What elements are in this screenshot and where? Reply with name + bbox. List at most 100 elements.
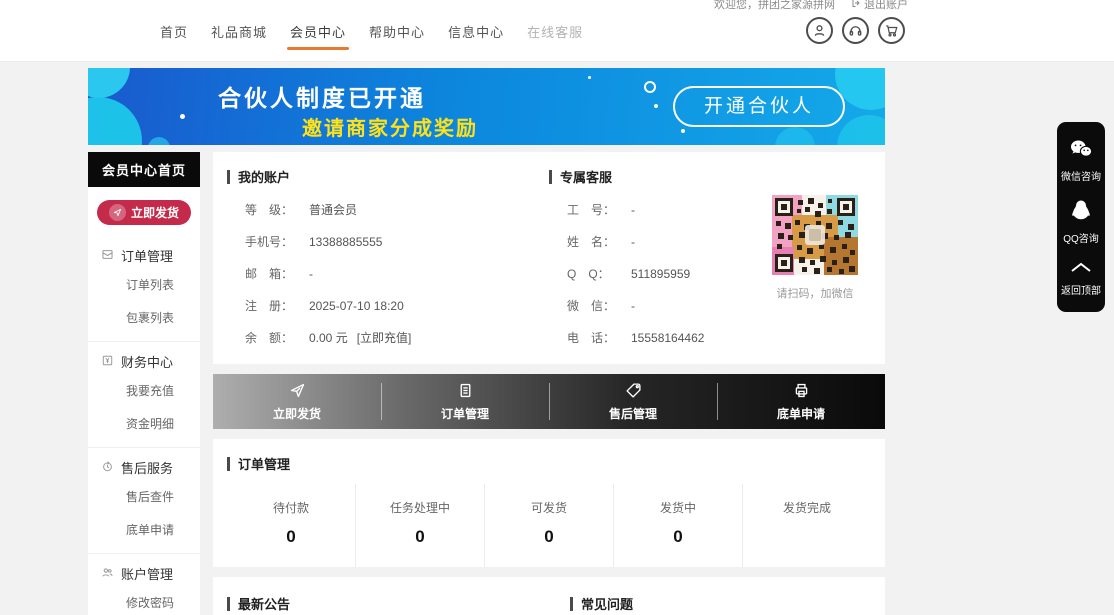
- toolbar-label: 售后管理: [609, 405, 657, 422]
- float-label: 微信咨询: [1061, 168, 1101, 183]
- nav-info-center[interactable]: 信息中心: [448, 22, 504, 50]
- account-row-level: 等 级： 普通会员: [245, 201, 549, 218]
- banner-decor-blob: [775, 127, 815, 145]
- my-account-panel: 我的账户 等 级： 普通会员 手机号： 13388885555 邮 箱： -: [227, 167, 549, 346]
- account-icon: [101, 566, 114, 582]
- sidebar-item-receipt-request[interactable]: 底单申请: [88, 513, 200, 546]
- sidebar-item-fund-details[interactable]: 资金明细: [88, 407, 200, 440]
- stat-label: 任务处理中: [356, 499, 484, 516]
- cart-icon[interactable]: [878, 17, 905, 44]
- section-bar: [227, 597, 230, 611]
- news-card: 最新公告 1. 新开通广州中通仓，欢迎下单体验优质... 2021-09-23 …: [213, 577, 885, 615]
- qq-consult-button[interactable]: QQ咨询: [1063, 191, 1099, 253]
- nav-gift-mall[interactable]: 礼品商城: [211, 22, 267, 50]
- nav-help-center[interactable]: 帮助中心: [369, 22, 425, 50]
- announcements-panel: 最新公告 1. 新开通广州中通仓，欢迎下单体验优质... 2021-09-23 …: [227, 594, 528, 615]
- qr-code-image: [772, 195, 858, 275]
- sidebar-item-change-password[interactable]: 修改密码: [88, 586, 200, 615]
- float-label: QQ咨询: [1063, 230, 1099, 245]
- nav-home[interactable]: 首页: [160, 22, 188, 50]
- aftersale-icon: [101, 460, 114, 476]
- toolbar-label: 底单申请: [777, 405, 825, 422]
- account-row-balance: 余 额： 0.00 元 [立即充值]: [245, 329, 549, 346]
- banner-decor-blob: [837, 115, 885, 145]
- banner-decor-blob: [88, 97, 142, 145]
- sidebar-section-orders-title[interactable]: 订单管理: [88, 246, 200, 265]
- account-card: 我的账户 等 级： 普通会员 手机号： 13388885555 邮 箱： -: [213, 152, 885, 364]
- sidebar-section-orders: 订单管理 订单列表 包裹列表: [88, 236, 200, 341]
- stat-label: 发货完成: [743, 499, 871, 516]
- user-icon[interactable]: [806, 17, 833, 44]
- header-icon-buttons: [806, 17, 905, 44]
- stat-pending-payment[interactable]: 待付款 0: [227, 484, 355, 567]
- service-row-phone: 电 话： 15558164462: [567, 329, 871, 346]
- stat-ready-to-ship[interactable]: 可发货 0: [484, 484, 613, 567]
- logout-button[interactable]: 退出账户: [851, 0, 908, 12]
- headset-icon[interactable]: [842, 17, 869, 44]
- banner-title: 合伙人制度已开通: [218, 79, 426, 113]
- section-bar: [570, 597, 573, 611]
- row-value: 13388885555: [309, 235, 382, 249]
- toolbar-order-management[interactable]: 订单管理: [381, 374, 549, 429]
- row-value: 2025-07-10 18:20: [309, 299, 404, 313]
- stat-value: 0: [485, 527, 613, 547]
- stat-task-processing[interactable]: 任务处理中 0: [355, 484, 484, 567]
- service-panel: 专属客服 工 号： - 姓 名： - Q Q： 511895959: [549, 167, 871, 346]
- wechat-consult-button[interactable]: 微信咨询: [1061, 131, 1101, 191]
- nav-online-service[interactable]: 在线客服: [527, 22, 583, 50]
- order-stats-row: 待付款 0 任务处理中 0 可发货 0 发货中 0 发货完成: [227, 484, 871, 567]
- banner-decor-dot: [180, 114, 185, 119]
- row-value: 15558164462: [631, 331, 704, 345]
- row-label: 注 册：: [245, 297, 309, 314]
- service-header: 专属客服: [549, 167, 871, 186]
- partner-banner: 合伙人制度已开通 邀请商家分成奖励 开通合伙人: [88, 68, 885, 145]
- quick-action-toolbar: 立即发货 订单管理 售后管理 底单申请: [213, 374, 885, 429]
- banner-decor-dot: [654, 104, 658, 108]
- toolbar-aftersale-management[interactable]: 售后管理: [549, 374, 717, 429]
- stat-shipping[interactable]: 发货中 0: [613, 484, 742, 567]
- toolbar-ship-now[interactable]: 立即发货: [213, 374, 381, 429]
- orders-doc-icon: [457, 382, 474, 402]
- back-to-top-button[interactable]: 返回顶部: [1061, 253, 1101, 305]
- row-label: 微 信：: [567, 297, 631, 314]
- logout-icon: [851, 0, 861, 11]
- sidebar-item-recharge[interactable]: 我要充值: [88, 374, 200, 407]
- toolbar-label: 订单管理: [441, 405, 489, 422]
- welcome-text: 欢迎您，拼团之家源拼网: [714, 0, 835, 12]
- wechat-qr-block: 请扫码，加微信: [771, 195, 859, 301]
- section-bar: [549, 170, 552, 184]
- row-label: 电 话：: [567, 329, 631, 346]
- welcome-bar: 欢迎您，拼团之家源拼网 退出账户: [714, 0, 908, 12]
- sidebar-section-account-title[interactable]: 账户管理: [88, 564, 200, 583]
- stat-value: 0: [227, 527, 355, 547]
- sidebar-section-aftersale-title[interactable]: 售后服务: [88, 458, 200, 477]
- chevron-up-icon: [1070, 261, 1092, 276]
- sidebar-section-finance-title[interactable]: 财务中心: [88, 352, 200, 371]
- section-bar: [227, 170, 230, 184]
- sidebar-item-package-list[interactable]: 包裹列表: [88, 301, 200, 334]
- open-partner-button[interactable]: 开通合伙人: [673, 86, 845, 127]
- order-stats-header: 订单管理: [227, 454, 871, 473]
- stat-value: 0: [614, 527, 742, 547]
- row-value: -: [309, 267, 313, 281]
- top-header: 欢迎您，拼团之家源拼网 退出账户 首页 礼品商城 会员中心 帮助中心 信息中心 …: [0, 0, 1114, 62]
- sidebar: 会员中心首页 立即发货 订单管理 订单列表 包裹列表 财务中心: [88, 152, 200, 615]
- floating-contact-bar: 微信咨询 QQ咨询 返回顶部: [1057, 122, 1105, 312]
- row-label: Q Q：: [567, 265, 631, 282]
- finance-icon: [101, 354, 114, 370]
- ship-now-button[interactable]: 立即发货: [97, 200, 191, 225]
- sidebar-home-header[interactable]: 会员中心首页: [88, 152, 200, 187]
- sidebar-item-order-list[interactable]: 订单列表: [88, 268, 200, 301]
- row-value: -: [631, 203, 635, 217]
- toolbar-receipt-request[interactable]: 底单申请: [717, 374, 885, 429]
- service-title: 专属客服: [560, 167, 612, 186]
- row-value: 普通会员: [309, 201, 357, 218]
- stat-shipped-complete[interactable]: 发货完成: [742, 484, 871, 567]
- row-label: 余 额：: [245, 329, 309, 346]
- printer-icon: [793, 382, 810, 402]
- send-icon: [289, 382, 306, 402]
- row-value: 511895959: [631, 267, 690, 281]
- recharge-link[interactable]: [立即充值]: [357, 329, 412, 346]
- sidebar-item-aftersale-check[interactable]: 售后查件: [88, 480, 200, 513]
- nav-member-center[interactable]: 会员中心: [290, 22, 346, 50]
